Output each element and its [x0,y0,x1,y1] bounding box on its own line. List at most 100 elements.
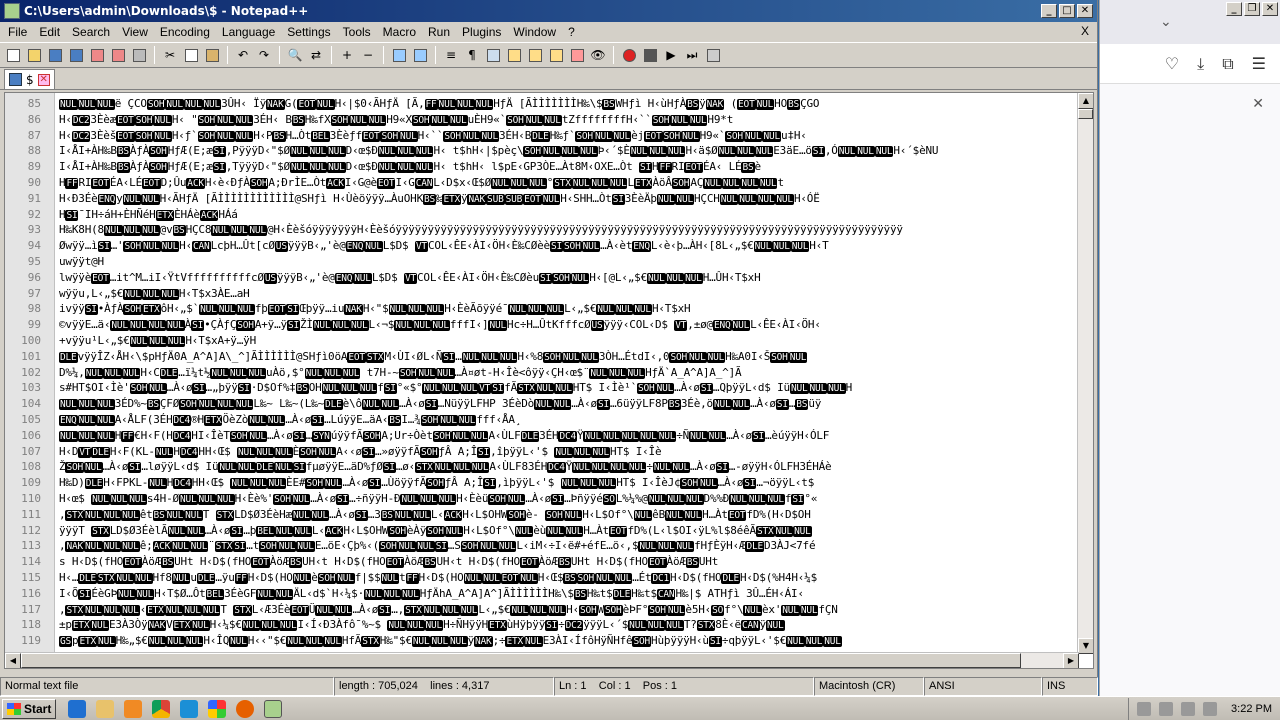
browser-close-button[interactable]: ✕ [1262,2,1278,16]
menu-search[interactable]: Search [66,25,116,39]
text-line[interactable]: lwÿÿèEOT…it^M…iI‹ŸtVffffffffffcØUSÿÿÿB‹„… [59,270,1079,286]
tab-close-icon[interactable]: ✕ [37,73,50,86]
text-line[interactable]: +vÿÿu¹L‹„$€NUL NUL NULH‹T$xA+ÿ…ÿH [59,333,1079,349]
redo-icon[interactable]: ↷ [255,46,273,64]
text-line[interactable]: H‹DC23ÈèæEOT SOH NULH‹ "SOH NUL NUL3ÉH‹ BBSH… [59,112,1079,128]
menu-help[interactable]: ? [562,25,581,39]
chevron-down-icon[interactable]: ⌄ [1160,14,1172,30]
notepadpp-taskbar-icon[interactable] [264,699,282,718]
network-icon[interactable] [1181,702,1196,716]
scroll-down-icon[interactable]: ▼ [1078,638,1093,654]
text-line[interactable]: I‹ÅI+ÀH‰BBSÀƒÀSOHHƒÆ(E;æSI,TÿÿÿD‹"$ØNUL N… [59,159,1079,175]
save-icon[interactable] [46,46,64,64]
record-macro-icon[interactable] [620,46,638,64]
text-line[interactable]: wÿÿu,L‹„$€NUL NUL NULH‹T$x3ÀE…aH [59,286,1079,302]
text-line[interactable]: H‹œ$ NUL NUL NULs4H-ØNUL NUL NULH‹Èè%'SOH NUL… [59,491,1079,507]
udl-icon[interactable] [505,46,523,64]
download-icon[interactable]: ⤓ [1197,54,1204,74]
text-line[interactable]: ivÿÿSI•ÀƒÀSOH ETXôH‹„$`NUL NUL NULfþEOT SIŒþ… [59,301,1079,317]
volume-icon[interactable] [1159,702,1174,716]
cut-icon[interactable]: ✂ [161,46,179,64]
text-line[interactable]: DLEvÿÿÎZ‹ÅH‹\$pHƒÄ0A_A^A]A\_^]ÃÌÌÌÌÌÌ@SH… [59,349,1079,365]
pocket-icon[interactable]: ♡ [1165,54,1179,73]
tab-dollar[interactable]: $ ✕ [4,69,55,89]
menu-run[interactable]: Run [422,25,456,39]
close-file-icon[interactable] [88,46,106,64]
sync-v-icon[interactable] [390,46,408,64]
text-line[interactable]: NUL NUL NULë ÇCOSOH NUL NUL NUL3ÛH‹ ÏÿNAKG(EO… [59,96,1079,112]
text-line[interactable]: H‹…DLE STX NUL NULHf8NULuDLE…ÿuFFH‹D$(HONUL… [59,570,1079,586]
text-line[interactable]: ŽSOH NUL…À‹øSI…løÿÿL‹d$ IüNUL NUL DLE NUL SIf… [59,459,1079,475]
zoom-in-icon[interactable]: + [338,46,356,64]
text-line[interactable]: I‹ÕSIÉèGÞNUL NULH‹T$Ø…ÔtBEL3ÉèGFNUL NULÄL‹… [59,586,1079,602]
indent-guide-icon[interactable] [484,46,502,64]
open-file-icon[interactable] [25,46,43,64]
word-wrap-icon[interactable]: ≡ [442,46,460,64]
menu-macro[interactable]: Macro [377,25,422,39]
text-line[interactable]: NUL NUL NULHFF€H‹F(HDC4HI‹ÎèTSOH NUL…À‹øSI…… [59,428,1079,444]
find-icon[interactable]: 🔍 [286,46,304,64]
close-button[interactable]: ✕ [1077,4,1093,18]
text-line[interactable]: uwÿÿt@H [59,254,1079,270]
function-list-icon[interactable] [547,46,565,64]
text-line[interactable]: ENQ NUL NULA‹ÅLF(3ÉHDC4®HETXÖèZòNUL NUL…À‹ø… [59,412,1079,428]
new-file-icon[interactable] [4,46,22,64]
menu-file[interactable]: File [2,25,33,39]
menu-encoding[interactable]: Encoding [154,25,216,39]
text-line[interactable]: GSpETX NULH‰„$€NUL NUL NULH‹ÎQNULH‹‹"$€NUL N… [59,633,1079,649]
menu-edit[interactable]: Edit [33,25,66,39]
play-macro-icon[interactable]: ▶ [662,46,680,64]
text-line[interactable]: ÿÿÿT STXLD$Ø3ÉèlÃNUL NUL…À‹øSI…þBEL NUL NUL… [59,523,1079,539]
undo-icon[interactable]: ↶ [234,46,252,64]
print-icon[interactable] [130,46,148,64]
text-line[interactable]: ©vÿÿE…ä‹NUL NUL NUL NULÀSI•ÇÀƒÇSOHA+ÿ…ÿSIŽÌ… [59,317,1079,333]
ie-icon[interactable] [68,699,86,718]
save-macro-icon[interactable] [704,46,722,64]
vertical-scroll-thumb[interactable] [1078,109,1093,119]
extensions-icon[interactable]: ⧉ [1222,54,1233,74]
browser-minimize-button[interactable]: _ [1226,2,1242,16]
text-line[interactable]: NUL NUL NUL3ÉD%~BSÇFØSOH NUL NUL NULL‰~ L‰~(L… [59,396,1079,412]
zoom-out-icon[interactable]: − [359,46,377,64]
editor[interactable]: 85 86 87 88 89 90 91 92 93 94 95 96 97 98 99 100 101 102 1… [4,92,1094,669]
scroll-right-icon[interactable]: ▶ [1063,653,1079,668]
media-player-icon[interactable] [124,699,142,718]
text-line[interactable]: D%¼,NUL NUL NULH‹CDLE…ï¼t½NUL NUL NULuÀö,$°N… [59,365,1079,381]
text-line[interactable]: s#HT$OI‹Ìè'SOH NUL…À‹øSI…„þÿÿSI·D$Of%‡BSO… [59,380,1079,396]
tray-icon-1[interactable] [1137,702,1152,716]
firefox-icon[interactable] [236,699,254,718]
menu-view[interactable]: View [116,25,154,39]
folder-workspace-icon[interactable] [568,46,586,64]
scroll-left-icon[interactable]: ◀ [5,653,21,668]
close-all-icon[interactable] [109,46,127,64]
text-line[interactable]: H‹DC23ÈèšEOT SOH NULH‹ƒ`SOH NUL NULH‹PBSH…Òt… [59,128,1079,144]
explorer-icon[interactable] [96,699,114,718]
text-line[interactable]: H‹DVT DLEH‹F(KL-NULHDC4HH‹Œ$ NUL NUL NULÈSO… [59,444,1079,460]
show-all-chars-icon[interactable]: ¶ [463,46,481,64]
sync-h-icon[interactable] [411,46,429,64]
menu-plugins[interactable]: Plugins [456,25,507,39]
chrome-icon[interactable] [152,699,170,718]
menu-window[interactable]: Window [507,25,562,39]
tray-icon-4[interactable] [1203,702,1218,716]
stop-macro-icon[interactable] [641,46,659,64]
text-line[interactable]: H‰K8H(8NUL NUL NUL@vBSHÇC8NUL NUL NUL@H‹Èèšó… [59,222,1079,238]
menu-language[interactable]: Language [216,25,281,39]
text-line[interactable]: ‚STX NUL NUL NULêtBS NUL NULT STXLD$Ø3ÉèHæNUL… [59,507,1079,523]
text-line[interactable]: ±pETX NULE3À3ÒÿNAKVETX NULH‹¼$€NUL NUL NULI‹… [59,617,1079,633]
text-line[interactable]: H‰D)DLEH‹FPKL-NULHDC4HH‹Œ$ NUL NUL NULÈE#S… [59,475,1079,491]
vertical-scrollbar[interactable]: ▲ ▼ [1077,93,1093,654]
text-line[interactable]: I‹ÅI+ÀH‰BBSÀƒÀSOHHƒÆ(E;æSI,PÿÿÿD‹"$ØNUL N… [59,143,1079,159]
paste-icon[interactable] [203,46,221,64]
doc-map-icon[interactable] [526,46,544,64]
menu-settings[interactable]: Settings [281,25,336,39]
start-button[interactable]: Start [2,698,56,719]
scroll-up-icon[interactable]: ▲ [1078,93,1093,109]
text-line[interactable]: HSI¯IH÷áH+ÈHÑéHETXÈHÁèACKHÁá [59,207,1079,223]
text-line[interactable]: ‚STX NUL NUL NUL‹ETX NUL NUL NULT STXL‹Æ3ÉèEOT… [59,602,1079,618]
menu-icon[interactable]: ☰ [1252,54,1266,73]
text-line[interactable]: H‹Ð3ÉèENQyNUL NULH‹ÃHƒÄ [ÃÌÌÌÌÌÌÌÌÌÌÌÌ@SH… [59,191,1079,207]
replace-icon[interactable]: ⇄ [307,46,325,64]
text-area[interactable]: NUL NUL NULë ÇCOSOH NUL NUL NUL3ÛH‹ ÏÿNAKG(EO… [59,96,1079,654]
horizontal-scroll-thumb[interactable] [21,653,1021,668]
